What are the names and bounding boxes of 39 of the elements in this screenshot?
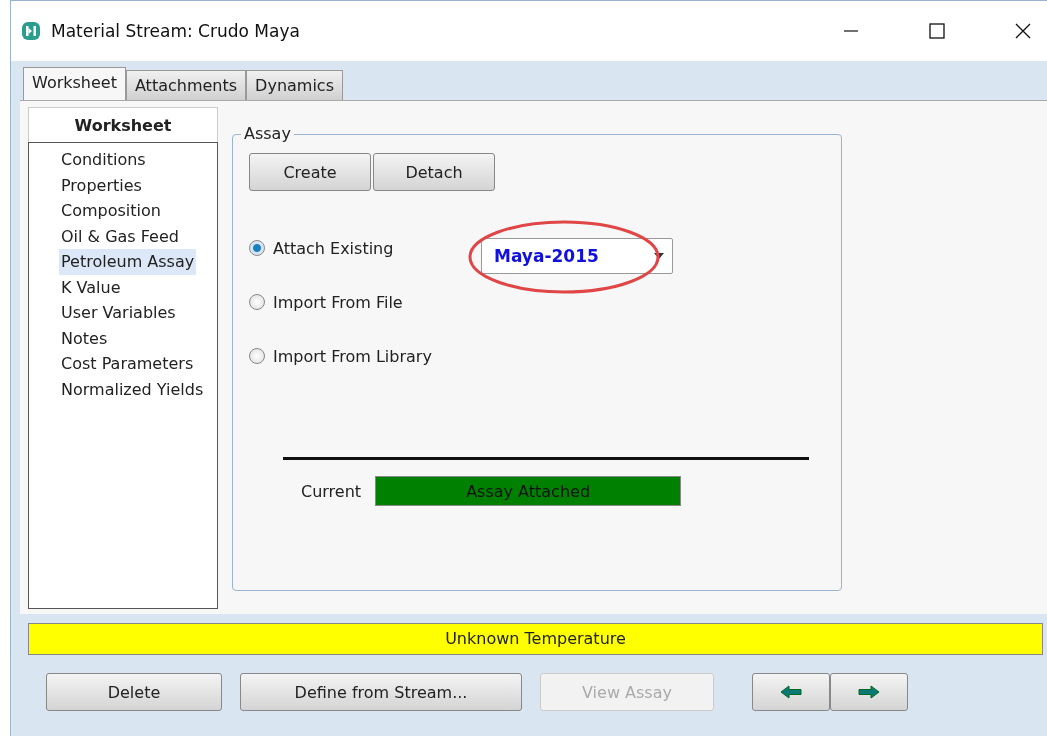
current-label: Current bbox=[301, 481, 362, 501]
maximize-icon[interactable] bbox=[929, 23, 945, 39]
radio-button[interactable] bbox=[249, 348, 265, 364]
dropdown-value: Maya-2015 bbox=[494, 246, 599, 266]
sidebar-item[interactable]: Petroleum Assay bbox=[59, 249, 197, 275]
sidebar-item[interactable]: Cost Parameters bbox=[59, 351, 196, 377]
radio-button[interactable] bbox=[249, 294, 265, 310]
status-bar: Unknown Temperature bbox=[28, 623, 1043, 655]
assay-dropdown[interactable]: Maya-2015 bbox=[481, 238, 673, 274]
sidebar-item[interactable]: User Variables bbox=[59, 300, 178, 326]
left-arrow-icon bbox=[780, 685, 802, 699]
previous-button[interactable] bbox=[752, 673, 830, 711]
option-label: Attach Existing bbox=[273, 238, 394, 258]
sidebar-item[interactable]: Composition bbox=[59, 198, 163, 224]
window-title: Material Stream: Crudo Maya bbox=[51, 21, 300, 41]
option-label: Import From Library bbox=[273, 346, 432, 366]
sidebar-item[interactable]: K Value bbox=[59, 274, 123, 300]
sidebar-item[interactable]: Oil & Gas Feed bbox=[59, 223, 181, 249]
caret-icon bbox=[654, 253, 664, 259]
tab[interactable]: Dynamics bbox=[246, 70, 343, 100]
footer-button[interactable]: Define from Stream... bbox=[240, 673, 522, 711]
sidebar-item[interactable]: Normalized Yields bbox=[59, 376, 206, 402]
radio-button[interactable] bbox=[249, 240, 265, 256]
footer-button[interactable]: Delete bbox=[46, 673, 222, 711]
sidebar-item[interactable]: Properties bbox=[59, 172, 144, 198]
sidebar-item[interactable]: Conditions bbox=[59, 147, 148, 173]
tab[interactable]: Attachments bbox=[125, 70, 247, 100]
section-tab[interactable]: Worksheet bbox=[28, 107, 218, 142]
close-icon[interactable] bbox=[1015, 23, 1031, 39]
action-button[interactable]: Create bbox=[249, 153, 371, 191]
action-button[interactable]: Detach bbox=[373, 153, 495, 191]
option-label: Import From File bbox=[273, 292, 403, 312]
right-arrow-icon bbox=[858, 685, 880, 699]
app-logo-icon bbox=[21, 21, 41, 41]
next-button[interactable] bbox=[830, 673, 908, 711]
sidebar-item[interactable]: Notes bbox=[59, 325, 110, 351]
tab[interactable]: Worksheet bbox=[23, 67, 126, 100]
status-indicator: Assay Attached bbox=[375, 476, 682, 506]
group-title: Assay bbox=[241, 124, 294, 144]
